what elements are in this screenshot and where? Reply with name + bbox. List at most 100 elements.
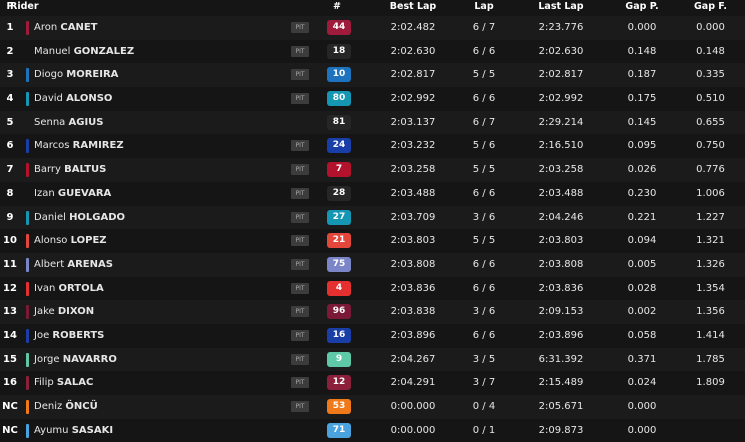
rider-name[interactable]: Deniz ÖNCÜ	[34, 395, 98, 419]
header-lap[interactable]: Lap	[455, 0, 513, 14]
rider-name[interactable]: Senna AGIUS	[34, 111, 104, 135]
table-row[interactable]: 11 Albert ARENAS PIT 75 2:03.808 6 / 6 2:03.80…	[0, 252, 745, 277]
best-lap: 2:02.482	[390, 22, 436, 33]
header-best-lap[interactable]: Best Lap	[372, 0, 454, 14]
rider-first-name: Deniz	[34, 401, 63, 412]
team-color-stripe	[26, 423, 29, 438]
table-row[interactable]: 14 Joe ROBERTS PIT 16 2:03.896 6 / 6 2:03.896 0…	[0, 324, 745, 348]
gap-previous: 0.000	[627, 401, 657, 412]
rider-number-badge: 9	[327, 351, 351, 367]
table-row[interactable]: 13 Jake DIXON PIT 96 2:03.838 3 / 6 2:09.153 0.…	[0, 300, 745, 324]
header-gap-previous[interactable]: Gap P.	[603, 0, 681, 14]
best-lap: 2:03.258	[390, 164, 436, 176]
rider-name[interactable]: Daniel HOLGADO	[34, 206, 125, 230]
header-number[interactable]: #	[322, 0, 352, 14]
rider-name[interactable]: Izan GUEVARA	[34, 182, 111, 206]
rider-name[interactable]: Aron CANET	[34, 16, 98, 40]
pit-badge: PIT	[291, 353, 309, 365]
rider-name[interactable]: Jake DIXON	[34, 300, 94, 324]
rider-first-name: Manuel	[34, 45, 71, 57]
rider-name[interactable]: Alonso LOPEZ	[34, 229, 107, 253]
table-row[interactable]: 1 Aron CANET PIT 44 2:02.482 6 / 7 2:23.776 0.0…	[0, 16, 745, 40]
rider-name[interactable]: Manuel GONZALEZ	[34, 40, 134, 64]
rider-name[interactable]: Diogo MOREIRA	[34, 63, 118, 87]
best-lap: 2:03.137	[390, 116, 436, 128]
gap-first: 1.414	[696, 329, 725, 341]
rider-first-name: Joe	[34, 329, 50, 341]
gap-first: 0.776	[696, 164, 725, 176]
rider-number-badge: 28	[327, 185, 351, 201]
rider-number-badge: 24	[327, 138, 351, 154]
table-row[interactable]: 12 Ivan ORTOLA PIT 4 2:03.836 6 / 6 2:03.836 0.…	[0, 277, 745, 301]
table-row[interactable]: 6 Marcos RAMIREZ PIT 24 2:03.232 5 / 6 2:16.51…	[0, 134, 745, 158]
pit-badge: PIT	[291, 306, 309, 318]
header-rider[interactable]: Rider	[10, 0, 39, 14]
rider-number-badge: 53	[327, 399, 351, 414]
rider-last-name: MOREIRA	[66, 69, 119, 81]
rider-last-name: GONZALEZ	[73, 45, 135, 57]
team-color-stripe	[26, 21, 29, 35]
table-row[interactable]: 15 Jorge NAVARRO PIT 9 2:04.267 3 / 5 6:31.392…	[0, 347, 745, 372]
team-color-stripe	[26, 352, 29, 367]
position: NC	[2, 401, 18, 412]
table-row[interactable]: 10 Alonso LOPEZ PIT 21 2:03.803 5 / 5 2:03.803…	[0, 229, 745, 253]
lap-count: 6 / 6	[472, 93, 496, 105]
lap-count: 6 / 6	[472, 45, 496, 57]
header-last-lap[interactable]: Last Lap	[519, 0, 603, 14]
team-color-stripe	[26, 210, 29, 225]
gap-previous: 0.058	[627, 329, 657, 341]
rider-name[interactable]: Barry BALTUS	[34, 158, 106, 182]
best-lap: 2:03.488	[390, 187, 436, 199]
gap-first: 1.321	[696, 235, 725, 247]
table-row[interactable]: 3 Diogo MOREIRA PIT 10 2:02.817 5 / 5 2:02.817…	[0, 63, 745, 88]
rider-name[interactable]: Filip SALAC	[34, 371, 93, 395]
header-gap-first[interactable]: Gap F.	[676, 0, 745, 14]
last-lap: 2:03.896	[538, 329, 584, 341]
best-lap: 2:03.803	[390, 235, 436, 247]
lap-count: 5 / 5	[472, 164, 496, 176]
rider-first-name: Albert	[34, 258, 65, 270]
gap-first: 1.809	[696, 377, 725, 389]
team-color-stripe	[26, 281, 29, 296]
table-row[interactable]: 9 Daniel HOLGADO PIT 27 2:03.709 3 / 6 2:04.24…	[0, 205, 745, 230]
rider-name[interactable]: Joe ROBERTS	[34, 324, 104, 348]
table-row[interactable]: 7 Barry BALTUS PIT 7 2:03.258 5 / 5 2:03.258 0.…	[0, 158, 745, 182]
rider-name[interactable]: Ayumu SASAKI	[34, 419, 113, 442]
table-row[interactable]: 5 Senna AGIUS 81 2:03.137 6 / 7 2:29.214 0.145…	[0, 110, 745, 135]
rider-name[interactable]: Jorge NAVARRO	[34, 348, 117, 372]
position: 15	[3, 353, 17, 365]
table-row[interactable]: 2 Manuel GONZALEZ PIT 18 2:02.630 6 / 6 2:02.6…	[0, 40, 745, 64]
position: 16	[3, 377, 17, 389]
rider-number-badge: 10	[327, 67, 351, 83]
rider-first-name: Barry	[34, 164, 61, 176]
position: 12	[3, 282, 17, 294]
rider-name[interactable]: Marcos RAMIREZ	[34, 134, 124, 158]
rider-first-name: Alonso	[34, 235, 68, 247]
rider-last-name: ALONSO	[66, 93, 113, 105]
best-lap: 2:03.808	[390, 258, 436, 270]
rider-name[interactable]: Albert ARENAS	[34, 253, 113, 277]
rider-name[interactable]: Ivan ORTOLA	[34, 277, 104, 301]
team-color-stripe	[26, 163, 29, 178]
table-row[interactable]: NC Ayumu SASAKI 71 0:00.000 0 / 1 2:09.873 0.0…	[0, 419, 745, 442]
table-row[interactable]: 16 Filip SALAC PIT 12 2:04.291 3 / 7 2:15.489 0…	[0, 371, 745, 395]
last-lap: 2:29.214	[538, 116, 584, 128]
team-color-stripe	[26, 376, 29, 391]
best-lap: 0:00.000	[390, 424, 436, 436]
position: 9	[6, 211, 14, 223]
gap-first: 1.356	[696, 306, 725, 318]
gap-first: 1.006	[696, 187, 725, 199]
table-row[interactable]: NC Deniz ÖNCÜ PIT 53 0:00.000 0 / 4 2:05.671 0.…	[0, 395, 745, 419]
table-row[interactable]: 8 Izan GUEVARA PIT 28 2:03.488 6 / 6 2:03.488 0…	[0, 182, 745, 206]
last-lap: 6:31.392	[538, 353, 584, 365]
rider-last-name: NAVARRO	[62, 353, 117, 365]
lap-count: 5 / 6	[472, 140, 496, 152]
gap-previous: 0.005	[627, 258, 657, 270]
rider-name[interactable]: David ALONSO	[34, 87, 112, 111]
pit-badge: PIT	[291, 211, 309, 223]
table-row[interactable]: 4 David ALONSO PIT 80 2:02.992 6 / 6 2:02.992 0…	[0, 87, 745, 111]
pit-badge: PIT	[291, 140, 309, 152]
team-color-stripe	[26, 116, 29, 130]
last-lap: 2:09.873	[538, 424, 584, 436]
pit-badge: PIT	[291, 235, 309, 247]
